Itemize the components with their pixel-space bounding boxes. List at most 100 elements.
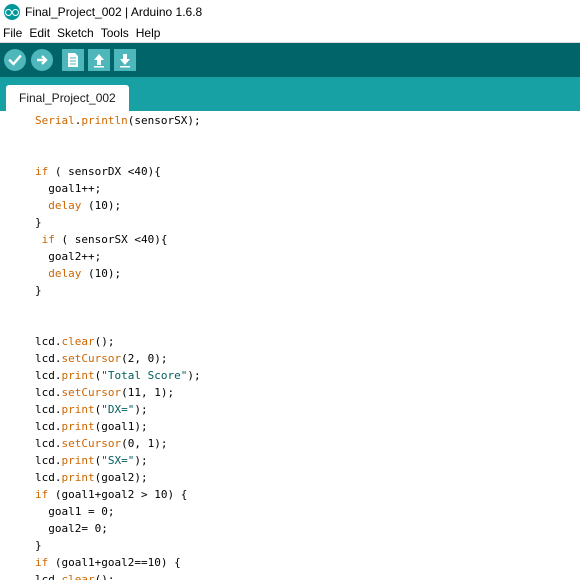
code-line: goal1++; bbox=[35, 180, 101, 197]
tab-strip: Final_Project_002 bbox=[0, 77, 580, 111]
code-token: clear bbox=[61, 573, 95, 580]
code-token: setCursor bbox=[61, 352, 122, 365]
code-token: (goal1+goal2==10) { bbox=[48, 556, 181, 569]
code-token: (); bbox=[94, 573, 115, 580]
code-line: delay (10); bbox=[35, 197, 121, 214]
code-token: } bbox=[35, 539, 42, 552]
menu-edit[interactable]: Edit bbox=[26, 26, 54, 40]
code-line: lcd.print(goal1); bbox=[35, 418, 148, 435]
code-token: (); bbox=[94, 335, 115, 348]
toolbar bbox=[0, 43, 580, 77]
code-token: println bbox=[81, 114, 128, 127]
code-token: "Total Score" bbox=[101, 369, 188, 382]
title-bar: Final_Project_002 | Arduino 1.6.8 bbox=[0, 0, 580, 24]
code-token: ); bbox=[187, 369, 201, 382]
code-token: ); bbox=[134, 403, 148, 416]
code-token: lcd. bbox=[35, 352, 62, 365]
code-line: } bbox=[35, 537, 42, 554]
menu-file[interactable]: File bbox=[0, 26, 26, 40]
menu-help[interactable]: Help bbox=[133, 26, 165, 40]
menu-sketch[interactable]: Sketch bbox=[54, 26, 98, 40]
code-token: "SX=" bbox=[101, 454, 135, 467]
code-token: lcd. bbox=[35, 403, 62, 416]
code-token: ( sensorSX <40){ bbox=[54, 233, 168, 246]
code-token: (goal1); bbox=[94, 420, 148, 433]
code-token: } bbox=[35, 284, 42, 297]
code-token: delay bbox=[48, 267, 82, 280]
code-token: lcd. bbox=[35, 573, 62, 580]
code-token: goal2= 0; bbox=[35, 522, 108, 535]
code-token: if bbox=[35, 556, 49, 569]
code-token: "DX=" bbox=[101, 403, 135, 416]
code-line: } bbox=[35, 214, 42, 231]
code-token: (10); bbox=[81, 267, 122, 280]
code-line: goal1 = 0; bbox=[35, 503, 114, 520]
code-editor[interactable]: Serial.println(sensorSX); if ( sensorDX <… bbox=[0, 111, 580, 580]
code-line: } bbox=[35, 282, 42, 299]
code-token: setCursor bbox=[61, 386, 122, 399]
code-token: lcd. bbox=[35, 437, 62, 450]
code-line: if ( sensorSX <40){ bbox=[35, 231, 168, 248]
arrow-down-icon bbox=[120, 54, 130, 68]
save-button[interactable] bbox=[114, 49, 136, 71]
code-token: Serial bbox=[35, 114, 75, 127]
code-token: print bbox=[61, 471, 95, 484]
code-token: goal1 = 0; bbox=[35, 505, 115, 518]
code-line: Serial.println(sensorSX); bbox=[35, 112, 201, 129]
code-line: lcd.print(goal2); bbox=[35, 469, 148, 486]
code-token: lcd. bbox=[35, 335, 62, 348]
code-token: print bbox=[61, 369, 95, 382]
code-line: delay (10); bbox=[35, 265, 121, 282]
arrow-up-icon bbox=[94, 54, 104, 68]
verify-button[interactable] bbox=[4, 49, 26, 71]
code-token: (goal2); bbox=[94, 471, 148, 484]
code-line: lcd.setCursor(11, 1); bbox=[35, 384, 174, 401]
code-token: goal2++; bbox=[35, 250, 102, 263]
arrow-right-icon bbox=[37, 55, 48, 65]
code-line: goal2= 0; bbox=[35, 520, 108, 537]
new-button[interactable] bbox=[62, 49, 84, 71]
code-token: if bbox=[41, 233, 55, 246]
code-token: (0, 1); bbox=[121, 437, 168, 450]
open-button[interactable] bbox=[88, 49, 110, 71]
code-token: if bbox=[35, 488, 49, 501]
code-token: print bbox=[61, 454, 95, 467]
code-token: lcd. bbox=[35, 420, 62, 433]
code-line: lcd.setCursor(0, 1); bbox=[35, 435, 167, 452]
menu-bar: File Edit Sketch Tools Help bbox=[0, 24, 580, 43]
code-line: lcd.print("DX="); bbox=[35, 401, 148, 418]
checkmark-icon bbox=[8, 54, 22, 66]
code-token: lcd. bbox=[35, 454, 62, 467]
code-line: if (goal1+goal2 > 10) { bbox=[35, 486, 187, 503]
code-token: print bbox=[61, 403, 95, 416]
code-line: if ( sensorDX <40){ bbox=[35, 163, 161, 180]
code-token: (goal1+goal2 > 10) { bbox=[48, 488, 188, 501]
code-token: } bbox=[35, 216, 42, 229]
code-token: (10); bbox=[81, 199, 122, 212]
code-line: lcd.clear(); bbox=[35, 333, 115, 350]
code-token: lcd. bbox=[35, 369, 62, 382]
code-token: ); bbox=[134, 454, 148, 467]
code-token: (11, 1); bbox=[121, 386, 175, 399]
upload-button[interactable] bbox=[31, 49, 53, 71]
code-token: (2, 0); bbox=[121, 352, 168, 365]
code-token: print bbox=[61, 420, 95, 433]
arduino-ide-window: Final_Project_002 | Arduino 1.6.8 File E… bbox=[0, 0, 580, 580]
code-token: (sensorSX); bbox=[127, 114, 201, 127]
menu-tools[interactable]: Tools bbox=[98, 26, 133, 40]
code-line: lcd.print("SX="); bbox=[35, 452, 148, 469]
code-line: lcd.clear(); bbox=[35, 571, 115, 580]
code-line: lcd.print("Total Score"); bbox=[35, 367, 201, 384]
code-token: lcd. bbox=[35, 471, 62, 484]
code-token: lcd. bbox=[35, 386, 62, 399]
code-line: if (goal1+goal2==10) { bbox=[35, 554, 181, 571]
tab-final-project-002[interactable]: Final_Project_002 bbox=[6, 85, 129, 111]
code-token: clear bbox=[61, 335, 95, 348]
code-token: if bbox=[35, 165, 49, 178]
code-line: goal2++; bbox=[35, 248, 101, 265]
arduino-logo-icon bbox=[4, 4, 20, 20]
document-icon bbox=[68, 53, 78, 67]
